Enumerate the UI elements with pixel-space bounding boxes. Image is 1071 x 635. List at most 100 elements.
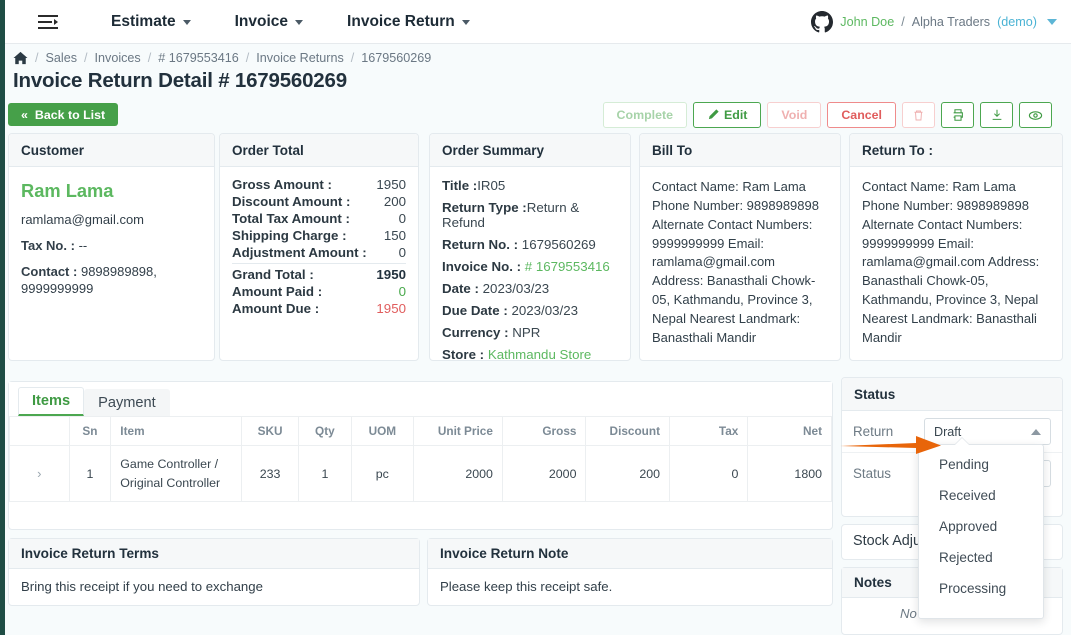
dropdown-option-approved[interactable]: Approved [919, 511, 1043, 542]
chevron-down-icon [1047, 19, 1057, 25]
preview-button[interactable] [1019, 102, 1052, 128]
cell-sn: 1 [68, 444, 112, 503]
return-status-select[interactable]: Draft [924, 418, 1051, 445]
col-unit-price: Unit Price [413, 416, 503, 446]
row-label: Return Type : [442, 200, 527, 215]
row-label: Adjustment Amount : [232, 245, 367, 260]
customer-tax-value: -- [78, 238, 88, 254]
row-value: 0 [398, 284, 406, 299]
breadcrumb-item-sales[interactable]: Sales [46, 51, 78, 65]
customer-tax-label: Tax No. : [21, 238, 75, 254]
dropdown-option-rejected[interactable]: Rejected [919, 542, 1043, 573]
chevron-right-icon[interactable]: › [37, 466, 41, 481]
customer-card-title: Customer [9, 134, 214, 167]
status-label: Status [853, 466, 891, 481]
complete-label: Complete [616, 108, 674, 122]
row-value: 150 [383, 228, 406, 243]
row-label: Amount Due : [232, 301, 320, 316]
summary-row-currency: Currency : NPR [442, 325, 618, 340]
row-value: 0 [398, 211, 406, 226]
delete-button[interactable] [902, 102, 935, 128]
row-label: Date : [442, 281, 479, 296]
breadcrumb-separator: / [84, 51, 88, 65]
order-total-row: Shipping Charge : 150 [232, 227, 406, 244]
breadcrumb-separator: / [350, 51, 355, 65]
user-separator: / [901, 15, 905, 29]
breadcrumb-item-invoice-returns[interactable]: Invoice Returns [256, 51, 344, 65]
grand-total-row: Grand Total : 1950 [232, 263, 406, 283]
row-value: IR05 [477, 178, 506, 193]
row-value: 200 [383, 194, 406, 209]
store-link[interactable]: Kathmandu Store [488, 347, 592, 362]
customer-tax-no: Tax No. : -- [21, 237, 202, 254]
col-tax: Tax [669, 416, 749, 446]
customer-card-body: Ram Lama ramlama@gmail.com Tax No. : -- … [9, 167, 214, 318]
breadcrumb-item-invoice-number[interactable]: # 1679553416 [158, 51, 239, 65]
nav-item-invoice-label: Invoice [234, 12, 289, 30]
row-label: Due Date : [442, 303, 508, 318]
terms-body: Bring this receipt if you need to exchan… [21, 579, 263, 594]
summary-row-return-no: Return No. : 1679560269 [442, 237, 618, 252]
cell-gross: 2000 [501, 444, 587, 503]
order-total-row: Discount Amount : 200 [232, 193, 406, 210]
github-avatar-icon [811, 11, 834, 33]
nav-item-invoice[interactable]: Invoice [234, 12, 304, 31]
dropdown-option-processing[interactable]: Processing [919, 573, 1043, 604]
order-total-body: Gross Amount : 1950 Discount Amount : 20… [220, 167, 418, 328]
hamburger-icon[interactable] [38, 14, 58, 30]
order-summary-card: Order Summary Title :IR05 Return Type :R… [429, 133, 631, 362]
order-total-row: Gross Amount : 1950 [232, 176, 406, 193]
cell-tax: 0 [669, 444, 749, 503]
summary-row-store: Store : Kathmandu Store [442, 347, 618, 362]
col-item: Item [110, 416, 242, 446]
back-to-list-button[interactable]: « Back to List [8, 103, 119, 126]
customer-email: ramlama@gmail.com [21, 212, 144, 227]
home-icon[interactable] [13, 51, 28, 65]
edit-button[interactable]: Edit [693, 102, 762, 128]
cell-unit-price: 2000 [413, 444, 503, 503]
cell-sku: 233 [240, 444, 300, 503]
return-to-title: Return To : [850, 134, 1062, 167]
col-uom: UOM [350, 416, 415, 446]
complete-button[interactable]: Complete [602, 102, 688, 128]
customer-name: Ram Lama [21, 180, 114, 201]
summary-row-date: Date : 2023/03/23 [442, 281, 618, 296]
items-table: Sn Item SKU Qty UOM Unit Price Gross Dis… [9, 416, 832, 503]
breadcrumb: / Sales / Invoices / # 1679553416 / Invo… [13, 48, 431, 68]
row-expand-cell[interactable]: › [9, 444, 70, 503]
dropdown-option-received[interactable]: Received [919, 480, 1043, 511]
invoice-no-link[interactable]: # 1679553416 [525, 259, 610, 274]
breadcrumb-separator: / [245, 51, 250, 65]
double-chevron-left-icon: « [21, 107, 28, 122]
row-label: Title : [442, 178, 478, 193]
customer-contact: Contact : 9898989898, 9999999999 [21, 263, 202, 297]
print-button[interactable] [941, 102, 974, 128]
row-value: 1950 [376, 267, 406, 282]
tab-payment[interactable]: Payment [84, 389, 170, 416]
summary-row-due-date: Due Date : 2023/03/23 [442, 303, 618, 318]
tab-items[interactable]: Items [18, 387, 85, 416]
col-gross: Gross [501, 416, 587, 446]
breadcrumb-item-current[interactable]: 1679560269 [361, 51, 431, 65]
summary-row-invoice-no: Invoice No. : # 1679553416 [442, 259, 618, 274]
dropdown-option-pending[interactable]: Pending [919, 449, 1043, 480]
cancel-button[interactable]: Cancel [827, 102, 896, 128]
items-panel: Items Payment Sn Item SKU Qty UOM Unit P… [8, 381, 833, 530]
order-summary-body: Title :IR05 Return Type :Return & Refund… [430, 167, 630, 380]
row-label: Gross Amount : [232, 177, 332, 192]
row-label: Currency : [442, 325, 509, 340]
amount-paid-row: Amount Paid : 0 [232, 283, 406, 300]
download-button[interactable] [980, 102, 1013, 128]
order-total-row: Total Tax Amount : 0 [232, 210, 406, 227]
void-button[interactable]: Void [767, 102, 822, 128]
return-status-dropdown-menu[interactable]: Pending Received Approved Rejected Proce… [918, 438, 1044, 619]
bill-to-card: Bill To Contact Name: Ram Lama Phone Num… [639, 133, 841, 361]
return-status-label: Return [853, 424, 894, 439]
cell-net: 1800 [747, 444, 832, 503]
nav-item-estimate[interactable]: Estimate [111, 13, 191, 31]
status-card-title: Status [842, 378, 1062, 411]
breadcrumb-item-invoices[interactable]: Invoices [95, 51, 141, 65]
user-menu[interactable]: John Doe / Alpha Traders (demo) [811, 0, 1057, 44]
nav-item-invoice-return[interactable]: Invoice Return [347, 13, 470, 31]
main-nav: Estimate Invoice Invoice Return [111, 13, 470, 31]
